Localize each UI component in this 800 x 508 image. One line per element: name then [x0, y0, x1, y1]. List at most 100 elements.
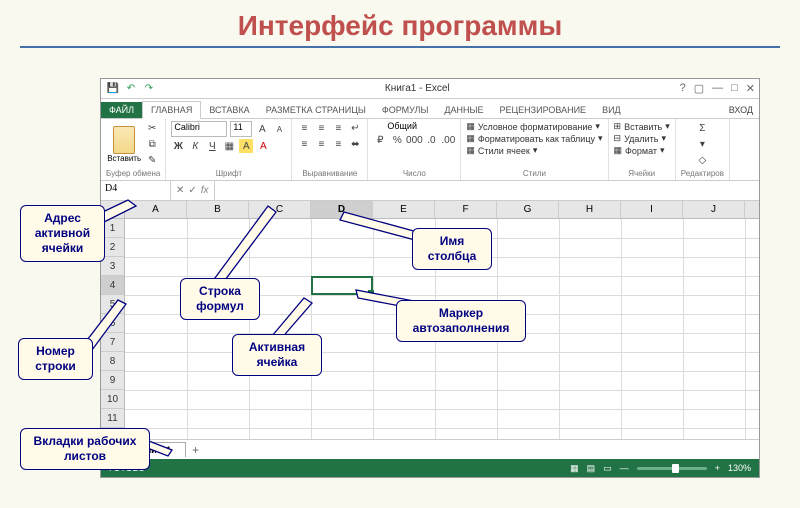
- row-header[interactable]: 8: [101, 352, 124, 371]
- group-label: Выравнивание: [302, 169, 357, 178]
- tab-review[interactable]: РЕЦЕНЗИРОВАНИЕ: [492, 102, 595, 118]
- column-header[interactable]: I: [621, 201, 683, 218]
- font-family-select[interactable]: Calibri: [171, 121, 227, 137]
- font-color-icon[interactable]: A: [256, 139, 270, 153]
- group-number: Общий ₽ % 000 .0 .00 Число: [368, 119, 461, 180]
- tab-insert[interactable]: ВСТАВКА: [201, 102, 257, 118]
- underline-icon[interactable]: Ч: [205, 139, 219, 153]
- column-header[interactable]: A: [125, 201, 187, 218]
- tab-data[interactable]: ДАННЫЕ: [436, 102, 491, 118]
- maximize-icon[interactable]: □: [731, 82, 738, 95]
- cancel-icon[interactable]: ✕: [176, 185, 184, 196]
- callout-column-name: Имя столбца: [412, 228, 492, 270]
- row-header[interactable]: 3: [101, 257, 124, 276]
- border-icon[interactable]: ▦: [222, 139, 236, 153]
- quick-access-toolbar: 💾 ↶ ↷: [101, 83, 161, 95]
- view-normal-icon[interactable]: ▦: [570, 463, 579, 474]
- number-format-select[interactable]: Общий: [387, 121, 441, 131]
- align-top-icon[interactable]: ≡: [297, 121, 311, 135]
- row-header[interactable]: 5: [101, 295, 124, 314]
- name-box[interactable]: D4: [101, 181, 171, 200]
- format-cells-button[interactable]: ▦Формат▾: [614, 145, 665, 156]
- row-header[interactable]: 11: [101, 409, 124, 428]
- signin-link[interactable]: Вход: [723, 102, 759, 118]
- fill-color-icon[interactable]: A: [239, 139, 253, 153]
- align-center-icon[interactable]: ≡: [314, 137, 328, 151]
- currency-icon[interactable]: ₽: [373, 133, 387, 147]
- fill-icon[interactable]: ▾: [695, 137, 709, 151]
- zoom-slider[interactable]: [637, 467, 707, 470]
- column-header[interactable]: B: [187, 201, 249, 218]
- format-as-table-button[interactable]: ▦Форматировать как таблицу▾: [466, 133, 602, 144]
- column-header[interactable]: J: [683, 201, 745, 218]
- file-tab[interactable]: ФАЙЛ: [101, 102, 142, 118]
- help-icon[interactable]: ?: [680, 82, 686, 95]
- formula-bar-row: D4 ✕ ✓ fx: [101, 181, 759, 201]
- italic-icon[interactable]: К: [188, 139, 202, 153]
- column-header-active[interactable]: D: [311, 201, 373, 218]
- tab-page-layout[interactable]: РАЗМЕТКА СТРАНИЦЫ: [258, 102, 374, 118]
- minimize-icon[interactable]: —: [712, 82, 723, 95]
- page-title: Интерфейс программы: [0, 0, 800, 46]
- active-cell[interactable]: [311, 276, 373, 295]
- insert-cells-button[interactable]: ⊞Вставить▾: [614, 121, 670, 132]
- group-label: Ячейки: [628, 169, 655, 178]
- column-header[interactable]: F: [435, 201, 497, 218]
- clear-icon[interactable]: ◇: [695, 153, 709, 167]
- column-header[interactable]: C: [249, 201, 311, 218]
- undo-icon[interactable]: ↶: [125, 83, 137, 95]
- grow-font-icon[interactable]: A: [255, 122, 269, 136]
- align-left-icon[interactable]: ≡: [297, 137, 311, 151]
- wrap-icon[interactable]: ↵: [348, 121, 362, 135]
- paste-icon[interactable]: [113, 126, 135, 154]
- comma-icon[interactable]: 000: [407, 133, 421, 147]
- add-sheet-button[interactable]: +: [186, 441, 205, 459]
- column-header[interactable]: G: [497, 201, 559, 218]
- shrink-font-icon[interactable]: A: [272, 122, 286, 136]
- tab-view[interactable]: ВИД: [594, 102, 629, 118]
- row-header[interactable]: 10: [101, 390, 124, 409]
- column-header[interactable]: E: [373, 201, 435, 218]
- formula-bar-buttons: ✕ ✓ fx: [171, 181, 215, 200]
- formula-bar[interactable]: [215, 181, 759, 200]
- row-header-active[interactable]: 4: [101, 276, 124, 295]
- row-header[interactable]: 9: [101, 371, 124, 390]
- enter-icon[interactable]: ✓: [188, 185, 196, 196]
- align-mid-icon[interactable]: ≡: [314, 121, 328, 135]
- fx-icon[interactable]: fx: [201, 185, 209, 196]
- merge-icon[interactable]: ⬌: [348, 137, 362, 151]
- tab-home[interactable]: ГЛАВНАЯ: [142, 101, 201, 119]
- inc-decimal-icon[interactable]: .0: [424, 133, 438, 147]
- autosum-icon[interactable]: Σ: [695, 121, 709, 135]
- close-icon[interactable]: ✕: [746, 82, 755, 95]
- bold-icon[interactable]: Ж: [171, 139, 185, 153]
- format-painter-icon[interactable]: ✎: [145, 153, 159, 167]
- cell-styles-button[interactable]: ▦Стили ячеек▾: [466, 145, 537, 156]
- delete-cells-button[interactable]: ⊟Удалить▾: [614, 133, 666, 144]
- column-header[interactable]: H: [559, 201, 621, 218]
- window-title: Книга1 - Excel: [161, 83, 674, 94]
- tab-formulas[interactable]: ФОРМУЛЫ: [374, 102, 437, 118]
- dec-decimal-icon[interactable]: .00: [441, 133, 455, 147]
- fill-handle[interactable]: [368, 290, 374, 296]
- ribbon: Вставить ✂ ⧉ ✎ Буфер обмена Calibri 11 A…: [101, 119, 759, 181]
- view-page-icon[interactable]: ▤: [587, 463, 596, 474]
- conditional-formatting-button[interactable]: ▦Условное форматирование▾: [466, 121, 600, 132]
- font-size-select[interactable]: 11: [230, 121, 252, 137]
- redo-icon[interactable]: ↷: [143, 83, 155, 95]
- align-bot-icon[interactable]: ≡: [331, 121, 345, 135]
- copy-icon[interactable]: ⧉: [145, 137, 159, 151]
- cut-icon[interactable]: ✂: [145, 121, 159, 135]
- view-break-icon[interactable]: ▭: [603, 463, 612, 474]
- zoom-out-icon[interactable]: —: [620, 463, 629, 473]
- group-styles: ▦Условное форматирование▾ ▦Форматировать…: [461, 119, 608, 180]
- ribbon-toggle-icon[interactable]: ▢: [694, 82, 704, 95]
- zoom-in-icon[interactable]: +: [715, 463, 720, 473]
- align-right-icon[interactable]: ≡: [331, 137, 345, 151]
- row-header[interactable]: 7: [101, 333, 124, 352]
- zoom-level[interactable]: 130%: [728, 463, 751, 473]
- percent-icon[interactable]: %: [390, 133, 404, 147]
- row-header[interactable]: 6: [101, 314, 124, 333]
- save-icon[interactable]: 💾: [107, 83, 119, 95]
- callout-formula-bar: Строка формул: [180, 278, 260, 320]
